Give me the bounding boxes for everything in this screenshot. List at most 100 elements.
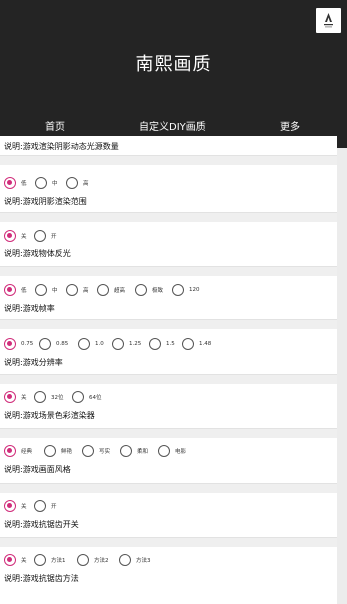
radio-button[interactable] [4, 554, 16, 566]
radio-label: 鲜艳 [61, 449, 73, 455]
radio-button[interactable] [78, 338, 90, 350]
radio-option[interactable]: 1.5 [149, 337, 175, 351]
radio-button[interactable] [172, 284, 184, 296]
radio-label: 开 [51, 234, 57, 240]
radio-button[interactable] [112, 338, 124, 350]
radio-option[interactable]: 1.48 [182, 337, 211, 351]
radio-option[interactable]: 32位 [34, 390, 64, 404]
radio-option[interactable]: 中 [35, 283, 58, 297]
radio-option[interactable]: 高 [66, 283, 89, 297]
radio-button[interactable] [39, 338, 51, 350]
radio-button[interactable] [35, 284, 47, 296]
radio-button[interactable] [4, 445, 16, 457]
setting-description: 说明:游戏物体反光 [4, 249, 71, 258]
radio-label: 经典 [21, 449, 33, 455]
radio-button[interactable] [4, 391, 16, 403]
divider [0, 155, 337, 165]
radio-option[interactable]: 鲜艳 [44, 444, 72, 458]
radio-option[interactable]: 电影 [158, 444, 186, 458]
tab-custom-diy[interactable]: 自定义DIY画质 [139, 118, 206, 133]
divider [0, 212, 337, 222]
radio-label: 0.85 [56, 341, 69, 347]
radio-label: 写实 [99, 449, 111, 455]
divider [0, 319, 337, 329]
radio-label: 方法3 [136, 558, 151, 564]
radio-button[interactable] [82, 445, 94, 457]
radio-button[interactable] [4, 338, 16, 350]
radio-button[interactable] [135, 284, 147, 296]
radio-option[interactable]: 1.25 [112, 337, 141, 351]
radio-button[interactable] [72, 391, 84, 403]
radio-label: 1.5 [166, 341, 175, 347]
radio-button[interactable] [4, 284, 16, 296]
radio-option[interactable]: 低 [4, 283, 27, 297]
radio-button[interactable] [34, 230, 46, 242]
radio-button[interactable] [149, 338, 161, 350]
radio-label: 关 [21, 504, 27, 510]
radio-option[interactable]: 0.85 [39, 337, 68, 351]
radio-option[interactable]: 关 [4, 553, 27, 567]
radio-button[interactable] [4, 230, 16, 242]
app-header: 南熙画质 首页 自定义DIY画质 更多 [0, 0, 347, 148]
radio-button[interactable] [35, 177, 47, 189]
radio-label: 1.48 [199, 341, 212, 347]
radio-button[interactable] [44, 445, 56, 457]
divider [0, 266, 337, 276]
settings-list[interactable]: 说明:游戏渲染阴影动态光源数量 低 中 高 说明:游戏阴影渲染范围 关 开 说明… [0, 136, 337, 604]
radio-label: 64位 [89, 395, 102, 401]
radio-button[interactable] [4, 500, 16, 512]
tab-home[interactable]: 首页 [45, 118, 65, 133]
radio-label: 关 [21, 234, 27, 240]
setting-description: 说明:游戏帧率 [4, 304, 55, 313]
radio-label: 1.25 [129, 341, 142, 347]
radio-button[interactable] [4, 177, 16, 189]
radio-button[interactable] [119, 554, 131, 566]
radio-option[interactable]: 中 [35, 176, 58, 190]
radio-option[interactable]: 方法1 [34, 553, 66, 567]
radio-option[interactable]: 120 [172, 283, 200, 297]
radio-option[interactable]: 开 [34, 229, 57, 243]
radio-button[interactable] [34, 554, 46, 566]
setting-description: 说明:游戏画面风格 [4, 465, 71, 474]
setting-description: 说明:游戏阴影渲染范围 [4, 197, 87, 206]
radio-option[interactable]: 关 [4, 229, 27, 243]
radio-option[interactable]: 柔和 [120, 444, 148, 458]
radio-option[interactable]: 1.0 [78, 337, 104, 351]
radio-label: 中 [52, 288, 58, 294]
radio-label: 关 [21, 558, 27, 564]
tab-more[interactable]: 更多 [280, 118, 300, 133]
radio-button[interactable] [182, 338, 194, 350]
radio-label: 32位 [51, 395, 64, 401]
radio-label: 高 [83, 288, 89, 294]
radio-button[interactable] [66, 284, 78, 296]
radio-label: 低 [21, 181, 27, 187]
radio-option[interactable]: 方法3 [119, 553, 151, 567]
setting-description: 说明:游戏抗锯齿方法 [4, 574, 79, 583]
radio-button[interactable] [97, 284, 109, 296]
radio-option[interactable]: 低 [4, 176, 27, 190]
radio-button[interactable] [34, 500, 46, 512]
radio-option[interactable]: 极致 [135, 283, 163, 297]
radio-button[interactable] [120, 445, 132, 457]
setting-description: 说明:游戏渲染阴影动态光源数量 [4, 142, 119, 151]
radio-option[interactable]: 0.75 [4, 337, 33, 351]
radio-option[interactable]: 开 [34, 499, 57, 513]
radio-option[interactable]: 方法2 [77, 553, 109, 567]
setting-description: 说明:游戏场景色彩渲染器 [4, 411, 95, 420]
radio-button[interactable] [66, 177, 78, 189]
radio-option[interactable]: 关 [4, 390, 27, 404]
app-title: 南熙画质 [135, 54, 212, 75]
tab-bar: 首页 自定义DIY画质 更多 [0, 118, 347, 136]
radio-button[interactable] [34, 391, 46, 403]
radio-label: 开 [51, 504, 57, 510]
radio-button[interactable] [77, 554, 89, 566]
radio-button[interactable] [158, 445, 170, 457]
radio-option[interactable]: 高 [66, 176, 89, 190]
radio-option[interactable]: 超高 [97, 283, 125, 297]
radio-option[interactable]: 经典 [4, 444, 32, 458]
radio-option[interactable]: 写实 [82, 444, 110, 458]
radio-option[interactable]: 64位 [72, 390, 102, 404]
radio-option[interactable]: 关 [4, 499, 27, 513]
divider [0, 374, 337, 384]
setting-description: 说明:游戏抗锯齿开关 [4, 520, 79, 529]
